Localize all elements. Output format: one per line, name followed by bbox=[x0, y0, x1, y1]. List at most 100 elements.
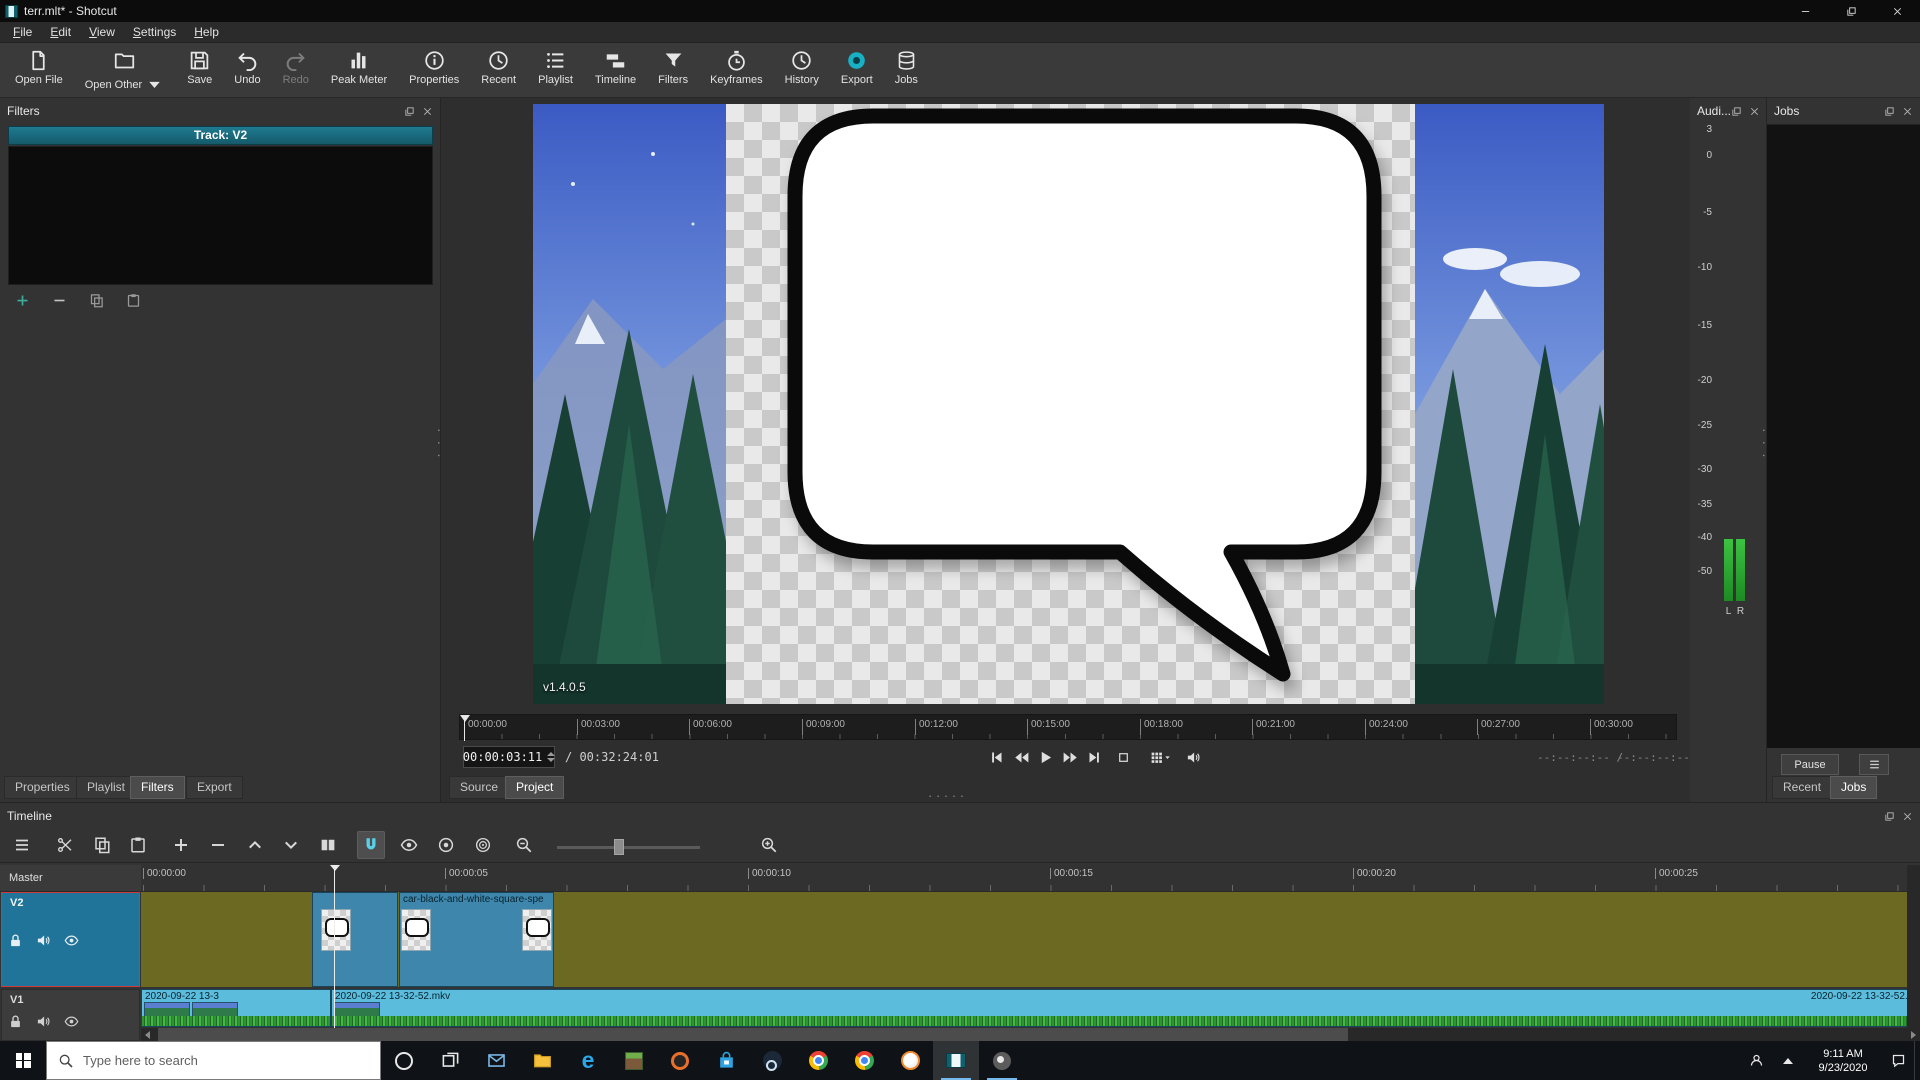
copy-button[interactable] bbox=[88, 831, 116, 859]
undo-button[interactable]: Undo bbox=[223, 43, 271, 86]
timeline-ruler[interactable]: 00:00:00 00:00:05 00:00:10 00:00:15 00:0… bbox=[141, 865, 1920, 892]
tab-source[interactable]: Source bbox=[449, 776, 509, 799]
play-button[interactable] bbox=[1034, 746, 1057, 769]
clip-video-1[interactable]: 2020-09-22 13-3 bbox=[141, 989, 331, 1027]
tab-properties[interactable]: Properties bbox=[4, 776, 81, 799]
tab-jobs[interactable]: Jobs bbox=[1830, 776, 1877, 799]
filters-list[interactable] bbox=[8, 146, 433, 285]
paste-button[interactable] bbox=[124, 831, 152, 859]
snap-toggle-button[interactable] bbox=[357, 831, 385, 859]
jobs-list[interactable] bbox=[1767, 124, 1920, 748]
master-track-header[interactable]: Master bbox=[0, 865, 141, 892]
chrome-button-2[interactable] bbox=[841, 1041, 887, 1080]
overwrite-button[interactable] bbox=[277, 831, 305, 859]
mail-app-button[interactable] bbox=[473, 1041, 519, 1080]
fast-forward-button[interactable] bbox=[1059, 746, 1082, 769]
recent-button[interactable]: Recent bbox=[470, 43, 527, 86]
taskbar-clock[interactable]: 9:11 AM 9/23/2020 bbox=[1804, 1047, 1882, 1075]
peak-meter-button[interactable]: Peak Meter bbox=[320, 43, 398, 86]
ripple-all-tracks-button[interactable] bbox=[469, 831, 497, 859]
menu-help[interactable]: Help bbox=[185, 22, 228, 42]
volume-button[interactable] bbox=[1182, 746, 1205, 769]
current-position-field[interactable]: 00:00:03:11 bbox=[463, 746, 555, 768]
zoom-slider-track[interactable] bbox=[557, 846, 700, 849]
panel-splitter[interactable] bbox=[437, 428, 442, 460]
panel-splitter[interactable] bbox=[1762, 428, 1767, 460]
filters-button[interactable]: Filters bbox=[647, 43, 699, 86]
tab-project[interactable]: Project bbox=[505, 776, 564, 799]
preview-seek-ruler[interactable]: 00:00:00 00:03:00 00:06:00 00:09:00 00:1… bbox=[459, 714, 1677, 740]
cortana-button[interactable] bbox=[381, 1041, 427, 1080]
scrollbar-thumb[interactable] bbox=[158, 1028, 1348, 1041]
close-panel-icon[interactable] bbox=[1902, 106, 1913, 117]
restore-button[interactable] bbox=[1828, 0, 1874, 22]
skip-to-start-button[interactable] bbox=[985, 746, 1008, 769]
ripple-delete-button[interactable] bbox=[204, 831, 232, 859]
start-button[interactable] bbox=[0, 1041, 46, 1080]
file-explorer-button[interactable] bbox=[519, 1041, 565, 1080]
timeline-button[interactable]: Timeline bbox=[584, 43, 647, 86]
timeline-vertical-scrollbar[interactable] bbox=[1907, 865, 1920, 1028]
paste-filters-button[interactable] bbox=[123, 290, 143, 310]
horizontal-splitter[interactable] bbox=[928, 788, 964, 803]
undock-icon[interactable] bbox=[1884, 106, 1895, 117]
history-button[interactable]: History bbox=[774, 43, 830, 86]
show-hidden-icons-button[interactable] bbox=[1772, 1041, 1804, 1080]
clip-speech-bubble-2[interactable]: car-black-and-white-square-spe bbox=[399, 892, 554, 987]
people-button[interactable] bbox=[1740, 1041, 1772, 1080]
timeline-horizontal-scrollbar[interactable] bbox=[141, 1028, 1920, 1041]
append-button[interactable] bbox=[167, 831, 195, 859]
jobs-button[interactable]: Jobs bbox=[884, 43, 929, 86]
mute-speaker-icon[interactable] bbox=[36, 1014, 51, 1029]
copy-filters-button[interactable] bbox=[86, 290, 106, 310]
open-other-button[interactable]: Open Other bbox=[74, 43, 176, 95]
menu-file[interactable]: File bbox=[4, 22, 41, 42]
shotcut-taskbar-button[interactable] bbox=[933, 1041, 979, 1080]
redo-button[interactable]: Redo bbox=[272, 43, 320, 86]
tab-export[interactable]: Export bbox=[186, 776, 243, 799]
lift-button[interactable] bbox=[241, 831, 269, 859]
remove-filter-button[interactable] bbox=[49, 290, 69, 310]
keyframes-button[interactable]: Keyframes bbox=[699, 43, 774, 86]
chrome-button[interactable] bbox=[795, 1041, 841, 1080]
timeline-playhead-handle[interactable] bbox=[330, 865, 340, 871]
lock-icon[interactable] bbox=[8, 933, 23, 948]
add-filter-button[interactable] bbox=[12, 290, 32, 310]
search-input[interactable] bbox=[83, 1053, 369, 1068]
position-spinner[interactable] bbox=[547, 752, 555, 762]
close-panel-icon[interactable] bbox=[422, 106, 433, 117]
lock-icon[interactable] bbox=[8, 1014, 23, 1029]
close-button[interactable] bbox=[1874, 0, 1920, 22]
undock-icon[interactable] bbox=[404, 106, 415, 117]
grid-options-button[interactable] bbox=[1144, 746, 1178, 769]
undock-icon[interactable] bbox=[1731, 106, 1742, 117]
clip-speech-bubble-1[interactable] bbox=[312, 892, 398, 987]
track-header-v1[interactable]: V1 bbox=[1, 989, 140, 1041]
action-center-button[interactable] bbox=[1882, 1041, 1914, 1080]
close-panel-icon[interactable] bbox=[1749, 106, 1760, 117]
pinned-app-button-1[interactable] bbox=[611, 1041, 657, 1080]
jobs-menu-button[interactable] bbox=[1859, 754, 1889, 775]
ripple-toggle-button[interactable] bbox=[432, 831, 460, 859]
undock-icon[interactable] bbox=[1884, 811, 1895, 822]
cut-button[interactable] bbox=[51, 831, 79, 859]
zoom-in-button[interactable] bbox=[755, 831, 783, 859]
scroll-right-arrow[interactable] bbox=[1911, 1031, 1916, 1039]
preview-playhead-handle[interactable] bbox=[460, 715, 470, 722]
scroll-left-arrow[interactable] bbox=[145, 1031, 150, 1039]
rewind-button[interactable] bbox=[1010, 746, 1033, 769]
export-button[interactable]: Export bbox=[830, 43, 884, 86]
close-panel-icon[interactable] bbox=[1902, 811, 1913, 822]
tab-filters[interactable]: Filters bbox=[130, 776, 185, 799]
open-file-button[interactable]: Open File bbox=[4, 43, 74, 86]
store-button[interactable] bbox=[703, 1041, 749, 1080]
edge-browser-button[interactable]: e bbox=[565, 1041, 611, 1080]
steam-button[interactable] bbox=[749, 1041, 795, 1080]
taskbar-search[interactable] bbox=[46, 1041, 381, 1080]
playlist-button[interactable]: Playlist bbox=[527, 43, 584, 86]
firefox-button[interactable] bbox=[887, 1041, 933, 1080]
hide-eye-icon[interactable] bbox=[64, 933, 79, 948]
zoom-out-button[interactable] bbox=[510, 831, 538, 859]
show-desktop-button[interactable] bbox=[1914, 1041, 1920, 1080]
menu-edit[interactable]: Edit bbox=[41, 22, 80, 42]
